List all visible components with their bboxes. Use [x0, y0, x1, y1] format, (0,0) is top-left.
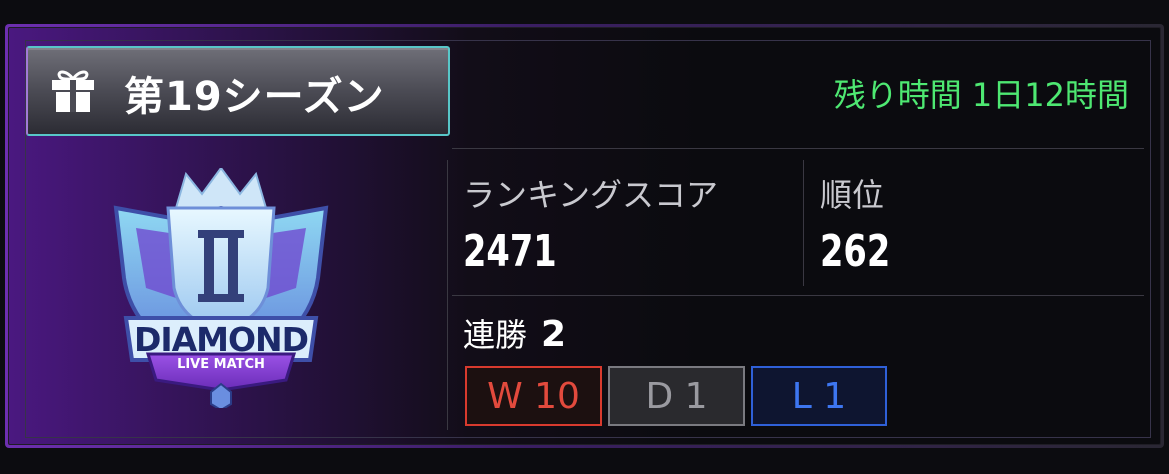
draws-count: D 1 — [608, 366, 745, 426]
time-remaining: 残り時間 1日12時間 — [833, 76, 1129, 114]
win-streak-label: 連勝 — [463, 316, 528, 354]
ranking-score-label: ランキングスコア — [463, 176, 719, 214]
header-divider — [452, 148, 1144, 149]
season-badge[interactable]: 第19シーズン — [26, 46, 450, 136]
win-streak-value: 2 — [541, 314, 567, 355]
ranking-score-value: 2471 — [463, 226, 557, 277]
stats-bottom-divider — [452, 295, 1144, 296]
win-streak: 連勝 2 — [463, 310, 566, 356]
losses-count: L 1 — [751, 366, 887, 426]
rank-position-value: 262 — [820, 226, 891, 277]
left-divider — [447, 160, 448, 430]
rank-position-label: 順位 — [820, 176, 885, 214]
gift-icon — [52, 70, 94, 112]
wins-count: W 10 — [465, 366, 602, 426]
rank-mode-label: LIVE MATCH — [177, 357, 265, 372]
rank-tier-name: DIAMOND — [133, 320, 309, 359]
season-title: 第19シーズン — [124, 74, 385, 120]
diamond-rank-emblem — [113, 168, 329, 408]
stats-divider — [803, 160, 804, 286]
